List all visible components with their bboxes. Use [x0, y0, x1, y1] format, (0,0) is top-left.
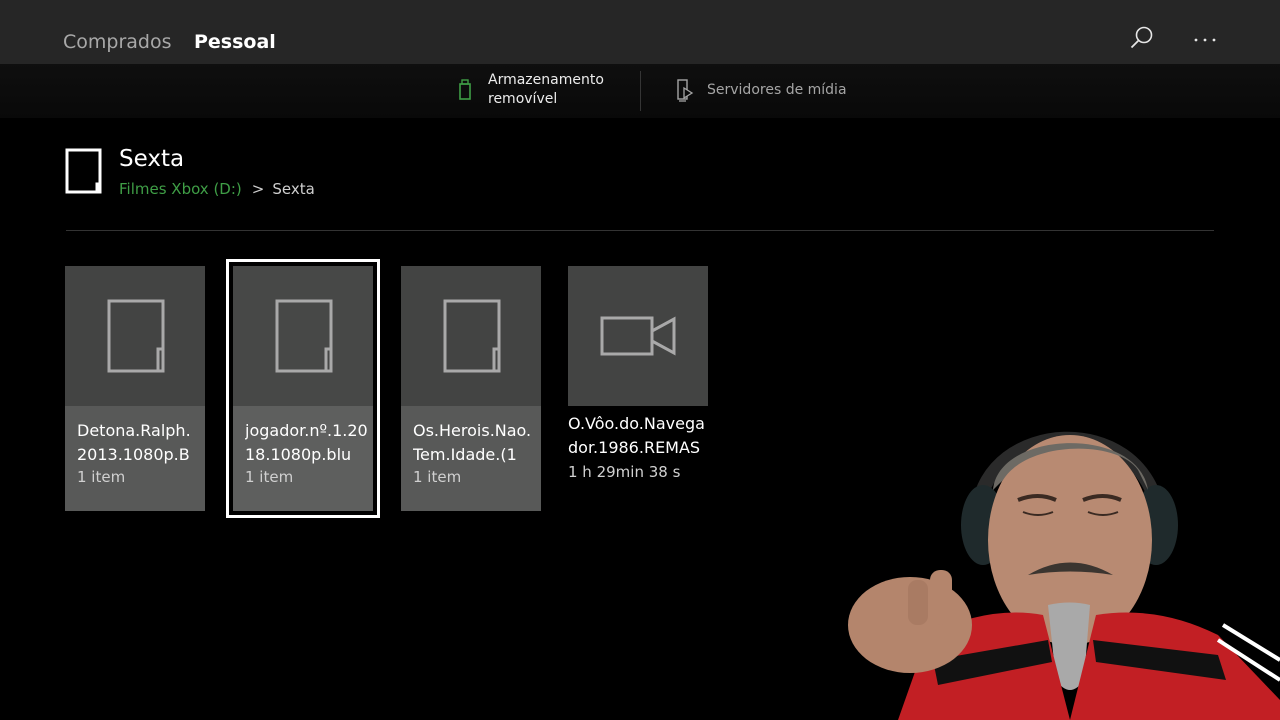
breadcrumb-current: Sexta — [272, 180, 315, 198]
tile-name: Detona.Ralph.2013.1080p.B — [77, 421, 191, 464]
video-camera-icon — [600, 316, 676, 356]
breadcrumb: Filmes Xbox (D:) > Sexta — [119, 179, 315, 199]
media-server-icon — [677, 79, 694, 102]
tile-thumbnail — [568, 266, 708, 406]
subnav-removable-storage[interactable]: Armazenamento removível — [450, 64, 630, 118]
tile-thumbnail — [401, 266, 541, 406]
webcam-overlay — [838, 400, 1280, 720]
search-button[interactable] — [1128, 24, 1156, 52]
folder-tile[interactable]: Os.Herois.Nao.Tem.Idade.(1 1 item — [401, 266, 541, 511]
tile-name: jogador.nº.1.2018.1080p.blu — [245, 421, 368, 464]
folder-icon — [65, 148, 102, 194]
subnav-divider — [640, 71, 641, 111]
tile-thumbnail — [233, 266, 373, 406]
folder-icon — [275, 299, 333, 373]
tab-personal[interactable]: Pessoal — [194, 30, 276, 54]
tile-meta: 1 item — [413, 468, 462, 486]
video-tile[interactable]: O.Vôo.do.Navegador.1986.REMAS 1 h 29min … — [568, 266, 708, 516]
chevron-right-icon: > — [251, 180, 265, 198]
more-icon — [1194, 38, 1216, 42]
folder-tile-selected[interactable]: jogador.nº.1.2018.1080p.blu 1 item — [226, 259, 380, 518]
breadcrumb-drive-link[interactable]: Filmes Xbox (D:) — [119, 180, 242, 198]
subnav-media-label: Servidores de mídia — [707, 82, 847, 98]
top-bar: Comprados Pessoal — [0, 0, 1280, 64]
tile-meta: 1 item — [77, 468, 126, 486]
usb-drive-icon — [459, 79, 471, 100]
tile-meta: 1 item — [245, 468, 294, 486]
tile-thumbnail — [65, 266, 205, 406]
folder-icon — [443, 299, 501, 373]
more-options-button[interactable] — [1190, 24, 1220, 54]
tile-name: Os.Herois.Nao.Tem.Idade.(1 — [413, 421, 532, 464]
tab-purchased[interactable]: Comprados — [63, 30, 172, 54]
folder-icon — [107, 299, 165, 373]
search-icon — [1130, 26, 1153, 49]
subnav-storage-label: Armazenamento removível — [488, 72, 604, 107]
tile-meta: 1 h 29min 38 s — [568, 463, 681, 481]
folder-tile[interactable]: Detona.Ralph.2013.1080p.B 1 item — [65, 266, 205, 511]
streamer-photo — [848, 431, 1280, 720]
subnav-media-servers[interactable]: Servidores de mídia — [670, 64, 870, 118]
tile-name: O.Vôo.do.Navegador.1986.REMAS — [568, 414, 705, 457]
page-title: Sexta — [119, 146, 185, 172]
divider — [66, 230, 1214, 231]
